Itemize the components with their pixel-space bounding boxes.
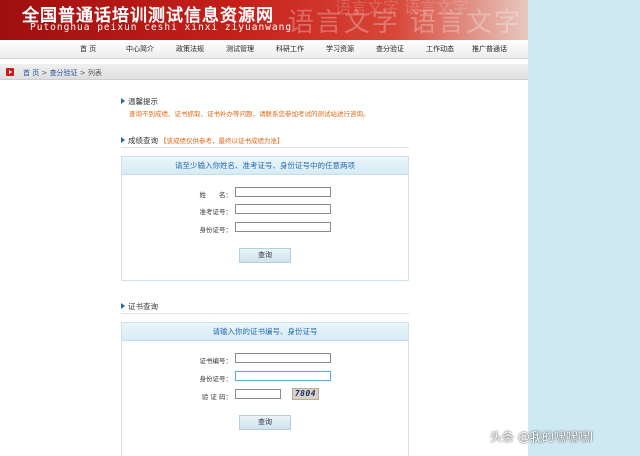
breadcrumb-home[interactable]: 首 页 — [23, 69, 39, 77]
admission-number-label: 准考证号： — [199, 208, 233, 216]
id-number-row: 身份证号： — [122, 222, 410, 234]
captcha-label: 验 证 码： — [201, 393, 232, 401]
watermark: 头条 @我的嘿嘿嘿l — [490, 430, 594, 444]
captcha-input[interactable] — [235, 389, 281, 399]
score-query-heading: 成绩查询 【该成绩仅供参考，最终以证书成绩为准】 — [121, 135, 284, 146]
breadcrumb-current: 列表 — [87, 69, 102, 77]
page: 语言文字 语言文字 语言文字 语言文字 全国普通话培训测试信息资源网 Puton… — [0, 0, 528, 456]
cert-id-number-label: 身份证号： — [199, 375, 233, 383]
divider — [121, 147, 409, 148]
captcha-image[interactable]: 7804 — [292, 388, 319, 400]
nav-home[interactable]: 首 页 — [80, 44, 96, 54]
nav-policy[interactable]: 政策法规 — [176, 44, 204, 54]
name-label: 姓 名： — [199, 191, 233, 199]
nav-test-management[interactable]: 测试管理 — [226, 44, 254, 54]
score-query-form: 请至少输入你姓名、准考证号、身份证号中的任意两项 姓 名： 准考证号： 身份证号… — [121, 156, 409, 281]
tips-text: 查询不到成绩、证书抓取、证书补办等问题，请联系您参加考试的测试站进行咨询。 — [129, 110, 370, 118]
id-number-label: 身份证号： — [199, 226, 233, 234]
cert-query-form: 请输入你的证书编号、身份证号 证书编号： 身份证号： 验 证 码： 7804 查… — [121, 322, 409, 456]
cert-query-instructions: 请输入你的证书编号、身份证号 — [122, 323, 408, 341]
cert-query-button[interactable]: 查询 — [239, 415, 291, 430]
banner-decoration: 语言文字 语言文字 — [287, 8, 522, 38]
nav-about[interactable]: 中心简介 — [126, 44, 154, 54]
name-input[interactable] — [235, 187, 331, 197]
cert-number-row: 证书编号： — [122, 353, 410, 365]
score-query-title: 成绩查询 — [128, 136, 158, 145]
main-nav: 首 页 中心简介 政策法规 测试管理 科研工作 学习资源 查分验证 工作动态 推… — [0, 40, 528, 59]
play-icon — [6, 68, 14, 76]
admission-number-row: 准考证号： — [122, 204, 410, 216]
nav-news[interactable]: 工作动态 — [426, 44, 454, 54]
arrow-right-icon — [121, 137, 125, 143]
breadcrumb-trail: 首 页 > 查分验证 > 列表 — [23, 68, 102, 78]
nav-score-verify[interactable]: 查分验证 — [376, 44, 404, 54]
cert-number-input[interactable] — [235, 353, 331, 363]
cert-number-label: 证书编号： — [199, 357, 233, 365]
cert-query-heading: 证书查询 — [121, 301, 158, 312]
name-row: 姓 名： — [122, 187, 410, 199]
cert-id-number-row: 身份证号： — [122, 371, 410, 383]
cert-id-number-input[interactable] — [235, 371, 331, 381]
tips-title: 温馨提示 — [128, 97, 158, 106]
nav-promote-mandarin[interactable]: 推广普通话 — [472, 44, 507, 54]
site-banner: 语言文字 语言文字 语言文字 语言文字 全国普通话培训测试信息资源网 Puton… — [0, 0, 528, 40]
captcha-row: 验 证 码： 7804 — [122, 388, 410, 401]
site-subtitle: Putonghua peixun ceshi xinxi ziyuanwang — [30, 22, 293, 33]
divider — [121, 313, 409, 314]
id-number-input[interactable] — [235, 222, 331, 232]
tips-heading: 温馨提示 — [121, 96, 158, 107]
breadcrumb-separator: > — [39, 69, 50, 77]
score-query-note: 【该成绩仅供参考，最终以证书成绩为准】 — [160, 137, 284, 145]
nav-research[interactable]: 科研工作 — [276, 44, 304, 54]
score-query-instructions: 请至少输入你姓名、准考证号、身份证号中的任意两项 — [122, 157, 408, 175]
arrow-right-icon — [121, 303, 125, 309]
score-query-button[interactable]: 查询 — [239, 248, 291, 263]
breadcrumb: 首 页 > 查分验证 > 列表 — [0, 64, 528, 80]
cert-query-title: 证书查询 — [128, 302, 158, 311]
arrow-right-icon — [121, 98, 125, 104]
admission-number-input[interactable] — [235, 204, 331, 214]
breadcrumb-separator: > — [77, 69, 88, 77]
breadcrumb-section[interactable]: 查分验证 — [50, 69, 78, 77]
nav-resources[interactable]: 学习资源 — [326, 44, 354, 54]
